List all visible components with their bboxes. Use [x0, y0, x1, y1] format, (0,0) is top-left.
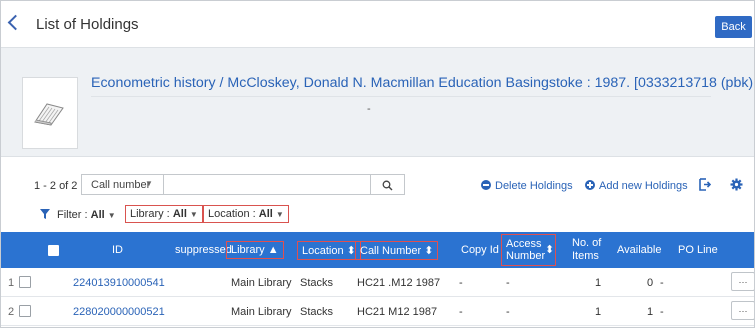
delete-holdings-label: Delete Holdings [495, 180, 573, 192]
column-location[interactable]: Location ⬍ [297, 241, 361, 260]
page-header: List of Holdings Back [1, 1, 754, 47]
row-location: Stacks [300, 277, 334, 289]
row-location: Stacks [300, 306, 334, 318]
minus-circle-icon [481, 180, 491, 190]
column-location-label: Location [302, 245, 344, 257]
column-access-number[interactable]: Access Number ⬍ [501, 234, 556, 266]
column-items-label-2: Items [572, 250, 599, 262]
sort-icon: ⬍ [545, 244, 555, 256]
library-filter[interactable]: Library : All ▼ [125, 205, 203, 223]
search-icon [382, 180, 393, 191]
search-input[interactable] [163, 174, 371, 195]
holding-id-link[interactable]: 228020000000521 [73, 306, 165, 318]
column-library-label: Library [231, 244, 265, 256]
column-available[interactable]: Available [617, 244, 661, 256]
row-access-number: - [506, 277, 510, 289]
row-library: Main Library [231, 277, 292, 289]
filter-dropdown[interactable]: Filter : All ▼ [57, 209, 116, 221]
column-access-label-1: Access [506, 238, 542, 250]
row-checkbox[interactable] [19, 276, 31, 288]
holdings-page: List of Holdings Back Econometric histor… [0, 0, 755, 328]
row-available: 1 [647, 306, 654, 318]
filter-icon [40, 209, 50, 219]
row-access-number: - [506, 306, 510, 318]
divider [91, 96, 711, 97]
column-suppressed[interactable]: suppressed [175, 244, 232, 256]
column-po-line[interactable]: PO Line [678, 244, 718, 256]
result-count: 1 - 2 of 2 [34, 180, 78, 192]
table-row[interactable]: 1 224013910000541 Main Library Stacks HC… [1, 268, 754, 297]
filter-value: All [90, 209, 105, 221]
select-all-checkbox[interactable] [48, 245, 59, 256]
column-items[interactable]: No. of Items [572, 237, 601, 263]
table-header: ID suppressed Library ▲ Location ⬍ Call … [1, 232, 754, 268]
page-title: List of Holdings [36, 16, 139, 33]
record-subtitle: - [367, 103, 371, 115]
row-number: 1 [8, 277, 15, 289]
search-field-label: Call number [91, 179, 151, 191]
row-library: Main Library [231, 306, 292, 318]
column-library[interactable]: Library ▲ [226, 241, 284, 259]
record-banner: Econometric history / McCloskey, Donald … [1, 47, 754, 157]
column-call-number-label: Call Number [360, 245, 422, 257]
location-filter-value: All [258, 208, 273, 220]
filter-bar: Filter : All ▼ Library : All ▼ Location : … [1, 205, 754, 225]
record-title-link[interactable]: Econometric history / McCloskey, Donald … [91, 75, 754, 91]
sort-up-icon: ▲ [267, 244, 279, 256]
plus-circle-icon [585, 180, 595, 190]
column-id[interactable]: ID [112, 244, 123, 256]
row-actions-button[interactable]: ··· [731, 301, 754, 320]
row-items: 1 [595, 277, 602, 289]
book-icon [34, 103, 64, 126]
delete-holdings-button[interactable]: Delete Holdings [481, 180, 573, 192]
caret-down-icon: ▼ [275, 210, 284, 219]
row-copy-id: - [459, 277, 463, 289]
back-button[interactable]: Back [715, 16, 752, 38]
filter-label: Filter : [57, 209, 88, 221]
row-checkbox[interactable] [19, 305, 31, 317]
export-icon[interactable] [698, 178, 711, 191]
location-filter-label: Location : [208, 208, 256, 220]
library-filter-value: All [172, 208, 187, 220]
row-po-line: - [660, 306, 664, 318]
list-toolbar: 1 - 2 of 2 Call number ▼ Delete Holdings… [1, 171, 754, 201]
caret-down-icon: ▼ [145, 179, 153, 188]
column-copy-id[interactable]: Copy Id [461, 244, 499, 256]
row-po-line: - [660, 277, 664, 289]
row-items: 1 [595, 306, 602, 318]
add-holdings-button[interactable]: Add new Holdings [585, 180, 688, 192]
chevron-left-icon[interactable] [7, 14, 24, 31]
sort-icon: ⬍ [424, 245, 434, 257]
location-filter[interactable]: Location : All ▼ [203, 205, 289, 223]
search-field-select[interactable]: Call number ▼ [81, 174, 163, 195]
book-thumbnail [22, 77, 78, 149]
row-number: 2 [8, 306, 15, 318]
column-call-number[interactable]: Call Number ⬍ [355, 241, 439, 260]
holding-id-link[interactable]: 224013910000541 [73, 277, 165, 289]
table-row[interactable]: 2 228020000000521 Main Library Stacks HC… [1, 297, 754, 326]
row-call-number: HC21 .M12 1987 [357, 277, 441, 289]
row-copy-id: - [459, 306, 463, 318]
row-call-number: HC21 M12 1987 [357, 306, 438, 318]
search-button[interactable] [371, 174, 405, 195]
add-holdings-label: Add new Holdings [599, 180, 688, 192]
column-access-label-2: Number [506, 250, 546, 262]
caret-down-icon: ▼ [189, 210, 198, 219]
row-actions-button[interactable]: ··· [731, 272, 754, 291]
column-items-label-1: No. of [572, 237, 602, 249]
caret-down-icon: ▼ [107, 211, 116, 220]
row-available: 0 [647, 277, 654, 289]
gear-icon[interactable] [730, 178, 743, 191]
library-filter-label: Library : [130, 208, 170, 220]
